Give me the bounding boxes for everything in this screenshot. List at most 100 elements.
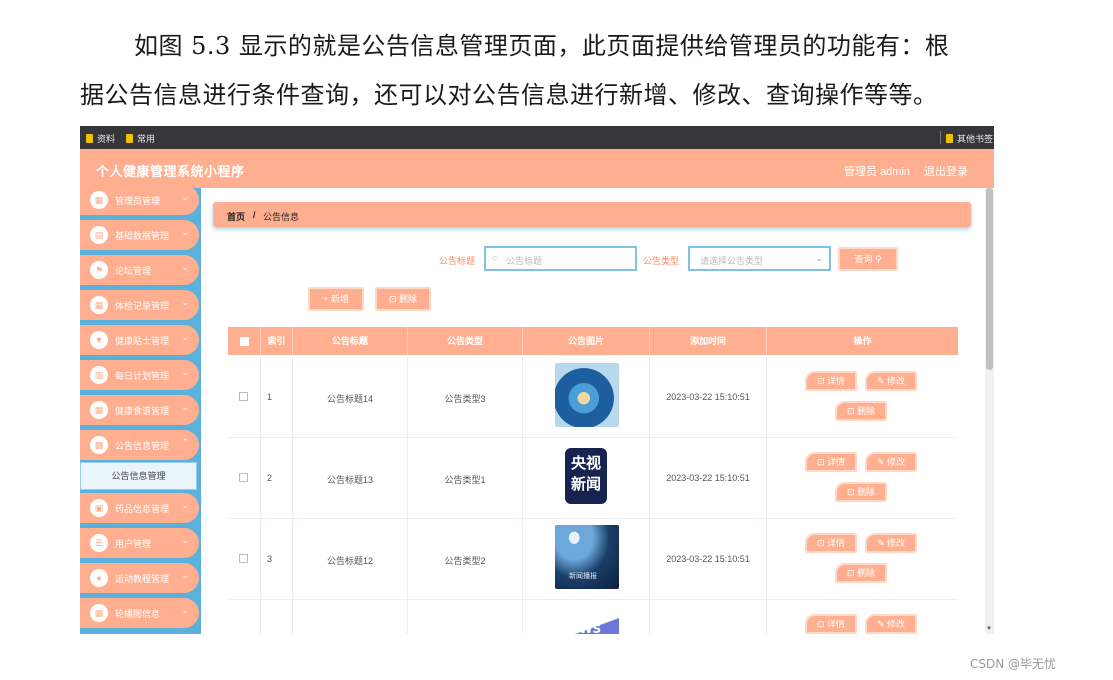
sidebar-subitem-notice-manage[interactable]: 公告信息管理	[80, 462, 197, 490]
chevron-down-icon: ⌄	[181, 192, 189, 202]
grid-icon: ▦	[90, 604, 108, 622]
sidebar: ▦ 管理员管理 ⌄ ▤ 基础数据管理 ⌄ ⚑ 论坛管理 ⌄ ▦ 体检记录管理 ⌄…	[80, 185, 201, 634]
chevron-down-icon: ⌄	[181, 262, 189, 272]
sidebar-item-daily-plan[interactable]: ▥ 每日计划管理 ⌄	[80, 360, 199, 390]
box-icon: ▣	[90, 499, 108, 517]
chevron-down-icon: ⌄	[181, 332, 189, 342]
type-cell: 公告类型2	[408, 519, 523, 600]
logout-link[interactable]: 退出登录	[924, 163, 968, 179]
folder-icon	[86, 134, 93, 143]
scroll-down-icon[interactable]: ▼	[986, 626, 992, 632]
screenshot-figure: 资料 常用 其他书签 个人健康管理系统小程序 管理员 admin 退出登录 ▦ …	[80, 126, 994, 634]
header-type: 公告类型	[408, 327, 523, 355]
doc-paragraph-line-1: 如图 5.3 显示的就是公告信息管理页面，此页面提供给管理员的功能有：根	[134, 32, 950, 60]
sidebar-item-users[interactable]: ☰ 用户管理 ⌄	[80, 528, 199, 558]
checkbox[interactable]	[239, 473, 248, 482]
sidebar-item-recipes[interactable]: ▦ 健康食谱管理 ⌄	[80, 395, 199, 425]
header-actions: 操作	[853, 336, 872, 346]
row-delete-button[interactable]: ⊡ 删除	[835, 401, 887, 421]
checkbox[interactable]	[239, 392, 248, 401]
delete-button[interactable]: ⊡ 删除	[375, 287, 431, 311]
grid-icon: ▦	[90, 401, 108, 419]
chevron-down-icon: ⌄	[181, 605, 189, 615]
grid-icon: ▦	[90, 191, 108, 209]
sidebar-item-medicine[interactable]: ▣ 药品信息管理 ⌄	[80, 493, 199, 523]
sidebar-item-admin[interactable]: ▦ 管理员管理 ⌄	[80, 185, 199, 215]
chevron-down-icon: ⌄	[815, 253, 823, 263]
header-select-all[interactable]	[228, 327, 261, 355]
list-icon: ☰	[90, 534, 108, 552]
time-cell: 2023-03-22 15:10:51	[650, 357, 767, 438]
notice-thumbnail	[555, 363, 619, 427]
edit-button[interactable]: ✎ 修改	[865, 614, 917, 634]
actions-cell: ⊡ 详情 ✎ 修改 ⊡ 删除	[767, 519, 958, 600]
table-header: 索引 公告标题 公告类型 公告图片 添加时间 操作	[228, 327, 958, 355]
checkbox[interactable]	[239, 554, 248, 563]
app-title: 个人健康管理系统小程序	[96, 164, 245, 179]
vertical-scrollbar[interactable]: ▼	[985, 188, 994, 634]
bookmark-ziliao[interactable]: 资料	[86, 132, 115, 145]
sidebar-item-tips[interactable]: ▼ 健康贴士管理 ⌄	[80, 325, 199, 355]
detail-button[interactable]: ⊡ 详情	[805, 614, 857, 634]
index-cell: 2	[261, 438, 293, 519]
index-text: 1	[267, 392, 273, 402]
query-button[interactable]: 查询 ⚲	[838, 247, 898, 271]
time-text: 2023-03-22 15:10:51	[666, 554, 750, 564]
cctv-news-logo: 央视 新闻	[565, 448, 607, 504]
type-text: 公告类型1	[444, 475, 486, 485]
breadcrumb-separator: /	[253, 210, 256, 220]
title-cell: 公告标题13	[293, 438, 408, 519]
row-delete-button[interactable]: ⊡ 删除	[835, 563, 887, 583]
actions-cell: ⊡ 详情 ✎ 修改 ⊡ 删除	[767, 357, 958, 438]
logo-text-bottom: 新闻	[570, 475, 601, 493]
bar-chart-icon: ▥	[90, 366, 108, 384]
title-search-input[interactable]: ○ 公告标题	[484, 246, 637, 271]
checkbox[interactable]	[239, 337, 249, 347]
title-text: 公告标题14	[326, 394, 373, 404]
index-cell	[261, 600, 293, 634]
sidebar-item-checkup[interactable]: ▦ 体检记录管理 ⌄	[80, 290, 199, 320]
flag-icon: ⚑	[90, 261, 108, 279]
bookmark-label: 其他书签	[957, 134, 994, 144]
add-button[interactable]: + 新增	[308, 287, 364, 311]
title-filter-label: 公告标题	[439, 256, 476, 266]
actions-cell: ⊡ 详情 ✎ 修改 ⊡ 删除	[767, 438, 958, 519]
edit-button[interactable]: ✎ 修改	[865, 533, 917, 553]
header-index: 索引	[261, 327, 293, 355]
sidebar-item-forum[interactable]: ⚑ 论坛管理 ⌄	[80, 255, 199, 285]
breadcrumb-home[interactable]: 首页	[227, 210, 245, 223]
detail-button[interactable]: ⊡ 详情	[805, 533, 857, 553]
sidebar-item-basic-data[interactable]: ▤ 基础数据管理 ⌄	[80, 220, 199, 250]
bookmark-label: 资料	[97, 134, 116, 144]
index-text: 3	[267, 554, 273, 564]
sidebar-item-exercise[interactable]: ● 运动教程管理 ⌄	[80, 563, 199, 593]
type-select[interactable]: 请选择公告类型 ⌄	[688, 246, 831, 271]
index-cell: 3	[261, 519, 293, 600]
detail-button[interactable]: ⊡ 详情	[805, 452, 857, 472]
apps-icon: ▩	[90, 436, 108, 454]
header-image: 公告图片	[523, 327, 650, 355]
time-cell: 2023-03-22 15:10:51	[650, 519, 767, 600]
edit-button[interactable]: ✎ 修改	[865, 452, 917, 472]
row-select-cell	[228, 438, 261, 519]
type-filter-label: 公告类型	[643, 256, 680, 266]
title-text: 公告标题12	[326, 556, 373, 566]
detail-button[interactable]: ⊡ 详情	[805, 371, 857, 391]
thumbnail-caption: 新闻播报	[569, 573, 597, 580]
sidebar-item-label: 公告信息管理	[115, 441, 170, 451]
bookmark-label: 常用	[137, 134, 156, 144]
row-delete-button[interactable]: ⊡ 删除	[835, 482, 887, 502]
folder-icon	[946, 134, 953, 143]
scrollbar-thumb[interactable]	[986, 188, 993, 370]
sidebar-item-notices[interactable]: ▩ 公告信息管理 ⌃	[80, 430, 199, 460]
header-time: 添加时间	[650, 327, 767, 355]
bookmark-other[interactable]: 其他书签	[946, 132, 993, 145]
chevron-down-icon: ⌄	[181, 500, 189, 510]
sidebar-item-label: 药品信息管理	[115, 504, 170, 514]
bookmark-changyong[interactable]: 常用	[126, 132, 155, 145]
cup-icon: ▼	[90, 331, 108, 349]
sidebar-item-carousel[interactable]: ▦ 轮播图信息 ⌄	[80, 598, 199, 628]
edit-button[interactable]: ✎ 修改	[865, 371, 917, 391]
time-text: 2023-03-22 15:10:51	[666, 392, 750, 402]
image-cell: NEWS	[523, 600, 650, 634]
